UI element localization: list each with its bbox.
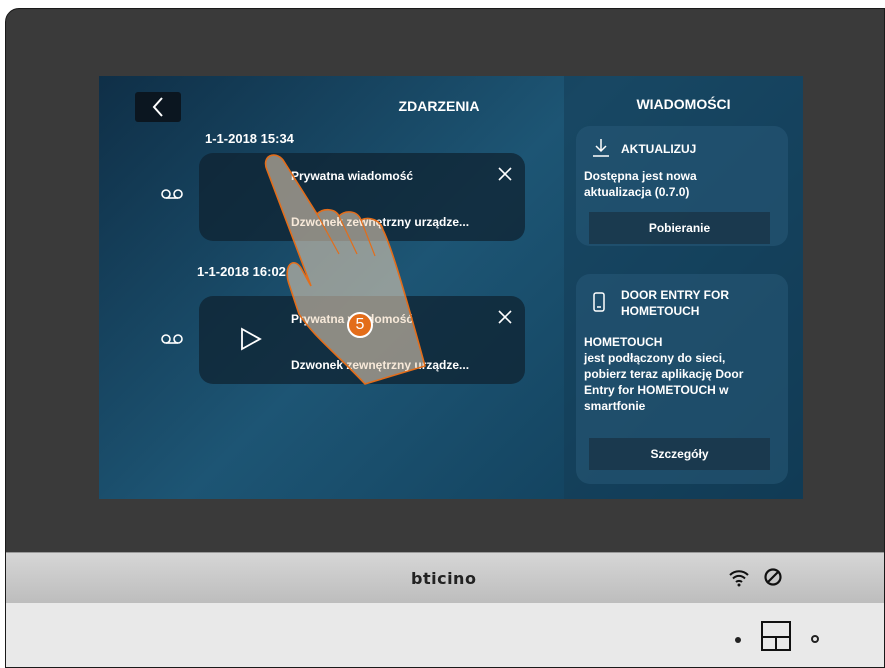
app-text-line4: Entry for HOMETOUCH w bbox=[584, 383, 729, 397]
download-button[interactable]: Pobieranie bbox=[589, 212, 770, 244]
brand-logo: bticino bbox=[411, 569, 477, 588]
update-title: AKTUALIZUJ bbox=[621, 142, 697, 156]
event-card-1[interactable]: Prywatna wiadomość Dzwonek zewnętrzny ur… bbox=[199, 153, 525, 241]
mute-icon bbox=[764, 568, 782, 586]
app-text-line5: smartfonie bbox=[584, 399, 646, 413]
update-card: AKTUALIZUJ Dostępna jest nowa aktualizac… bbox=[576, 126, 788, 246]
app-text-line2: jest podłączony do sieci, bbox=[584, 351, 726, 365]
event-card-2[interactable]: Prywatna wiadomość Dzwonek zewnętrzny ur… bbox=[199, 296, 525, 384]
led-indicator bbox=[735, 637, 741, 643]
event-description-1: Dzwonek zewnętrzny urządze... bbox=[291, 215, 470, 229]
touch-screen: ZDARZENIA 1-1-2018 15:34 Prywatna wiadom… bbox=[99, 76, 803, 499]
event-sender-1: Prywatna wiadomość bbox=[291, 169, 414, 183]
wifi-icon bbox=[729, 570, 749, 587]
sensor-indicator bbox=[811, 635, 819, 643]
download-icon bbox=[593, 139, 609, 157]
close-icon[interactable] bbox=[495, 307, 515, 327]
smartphone-icon bbox=[593, 292, 605, 312]
details-button[interactable]: Szczegóły bbox=[589, 438, 770, 470]
messages-title: WIADOMOŚCI bbox=[636, 96, 731, 112]
app-text-line3: pobierz teraz aplikację Door bbox=[584, 367, 744, 381]
events-title: ZDARZENIA bbox=[398, 98, 480, 114]
home-button-icon[interactable] bbox=[761, 621, 791, 651]
close-icon[interactable] bbox=[495, 164, 515, 184]
events-pane: ZDARZENIA 1-1-2018 15:34 Prywatna wiadom… bbox=[99, 76, 559, 499]
device-bottom-panel bbox=[6, 603, 884, 667]
messages-pane: WIADOMOŚCI AKTUALIZUJ Dostępna jest nowa… bbox=[564, 76, 803, 499]
app-text-line1: HOMETOUCH bbox=[584, 335, 663, 349]
device-frame: ZDARZENIA 1-1-2018 15:34 Prywatna wiadom… bbox=[5, 8, 885, 668]
voicemail-icon bbox=[161, 332, 183, 348]
step-badge: 5 bbox=[347, 312, 373, 338]
play-icon[interactable] bbox=[239, 326, 263, 357]
back-button[interactable] bbox=[135, 92, 181, 122]
update-text: Dostępna jest nowa aktualizacja (0.7.0) bbox=[584, 169, 697, 199]
app-card: DOOR ENTRY FOR HOMETOUCH HOMETOUCH jest … bbox=[576, 274, 788, 484]
back-arrow-icon bbox=[152, 97, 163, 117]
event-timestamp-2: 1-1-2018 16:02 bbox=[197, 264, 286, 279]
status-bar: bticino bbox=[6, 552, 884, 604]
event-description-2: Dzwonek zewnętrzny urządze... bbox=[291, 358, 470, 372]
voicemail-icon bbox=[161, 187, 183, 203]
event-timestamp-1: 1-1-2018 15:34 bbox=[205, 131, 294, 146]
app-title-line1: DOOR ENTRY FOR bbox=[621, 288, 730, 302]
app-title-line2: HOMETOUCH bbox=[621, 304, 700, 318]
